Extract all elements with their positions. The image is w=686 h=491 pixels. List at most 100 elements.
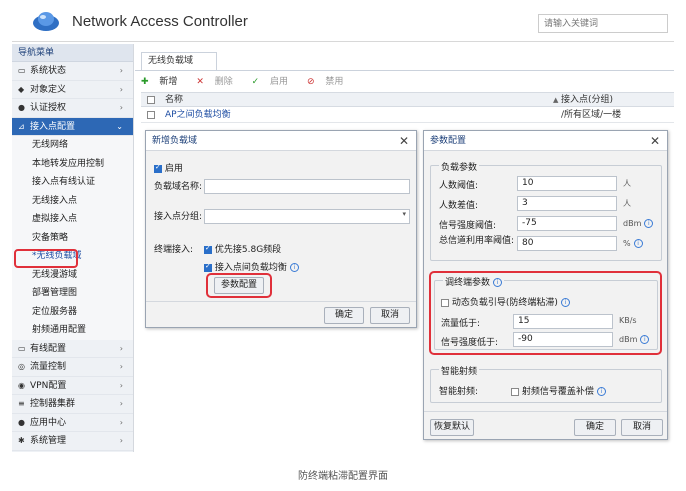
- sidebar-subitem[interactable]: 射频通用配置: [12, 321, 133, 340]
- opt-5g-checkbox[interactable]: [204, 244, 212, 254]
- sidebar-item-system-mgmt[interactable]: ✱ 系统管理 ›: [12, 432, 133, 451]
- chevron-right-icon: ›: [119, 436, 123, 445]
- cancel-button[interactable]: 取消: [370, 307, 410, 324]
- opt-balance-checkbox[interactable]: [204, 262, 212, 272]
- flow-icon: ◎: [18, 362, 25, 371]
- sidebar-item-vpn[interactable]: ◉ VPN配置 ›: [12, 377, 133, 395]
- group-label: 接入点分组:: [154, 212, 203, 222]
- people-threshold-label: 人数阈值:: [439, 181, 479, 191]
- rf-option-checkbox[interactable]: [511, 387, 519, 396]
- params-config-dialog: 参数配置 ✕ 负载参数 人数阈值: 10 人 人数差值: 3 人 信号强度阈值: …: [423, 130, 668, 440]
- row-checkbox[interactable]: [147, 111, 155, 119]
- chevron-right-icon: ›: [119, 84, 123, 94]
- sidebar-subitem[interactable]: 本地转发应用控制: [12, 154, 133, 173]
- restore-default-button[interactable]: 恢复默认: [430, 419, 474, 436]
- group-select[interactable]: ▾: [204, 209, 410, 224]
- chevron-right-icon: ›: [119, 103, 123, 112]
- signal-low-label: 信号强度低于:: [441, 338, 499, 348]
- chevron-right-icon: ›: [119, 362, 123, 371]
- sidebar-subitem[interactable]: 虚拟接入点: [12, 210, 133, 229]
- sidebar-item-app-center[interactable]: ● 应用中心 ›: [12, 414, 133, 432]
- cluster-icon: ≡: [18, 399, 25, 408]
- sidebar-item-label: 认证授权: [30, 103, 67, 113]
- sidebar-item-label: 应用中心: [30, 417, 67, 428]
- info-icon[interactable]: i: [560, 298, 570, 307]
- unit-text: dBm: [619, 335, 638, 344]
- search-input[interactable]: [538, 14, 668, 33]
- info-icon[interactable]: i: [644, 219, 654, 228]
- highlight-box: [206, 273, 272, 298]
- cancel-button[interactable]: 取消: [621, 419, 663, 436]
- info-icon[interactable]: i: [633, 239, 643, 248]
- column-ap[interactable]: 接入点(分组): [561, 93, 613, 107]
- sidebar-item-label: 对象定义: [30, 84, 67, 95]
- row-ap: /所有区域/一楼: [561, 110, 622, 120]
- sidebar-item-auth[interactable]: ● 认证授权 ›: [12, 99, 133, 118]
- dynamic-guide-row[interactable]: 动态负载引导(防终端粘滞) i: [441, 295, 570, 308]
- sidebar-item-flow[interactable]: ◎ 流量控制 ›: [12, 358, 133, 377]
- column-name[interactable]: 名称: [165, 93, 183, 107]
- sidebar-title: 导航菜单: [12, 44, 133, 62]
- logo-icon: [33, 12, 59, 31]
- sidebar-item-system-status[interactable]: ▭ 系统状态 ›: [12, 62, 133, 81]
- people-threshold-input[interactable]: 10: [517, 176, 617, 191]
- app-header: Network Access Controller: [12, 4, 674, 42]
- chevron-right-icon: ›: [119, 399, 123, 408]
- sidebar-item-label: 系统管理: [30, 436, 67, 446]
- signal-low-input[interactable]: -90: [513, 332, 613, 347]
- disable-button[interactable]: ⊘ 禁用: [307, 77, 351, 87]
- tab-load-domain[interactable]: 无线负载域: [141, 52, 217, 70]
- highlight-box: [14, 249, 78, 268]
- info-icon[interactable]: i: [640, 335, 650, 344]
- dialog-title-text: 新增负载域: [152, 136, 198, 146]
- table-header: 名称 ▲ 接入点(分组): [141, 92, 674, 107]
- traffic-input[interactable]: 15: [513, 314, 613, 329]
- dynamic-guide-checkbox[interactable]: [441, 298, 449, 307]
- delete-button[interactable]: ✕ 删除: [196, 77, 240, 87]
- channel-util-input[interactable]: 80: [517, 236, 617, 251]
- dynamic-guide-text: 动态负载引导(防终端粘滞): [451, 298, 558, 308]
- sidebar-item-label: 有线配置: [30, 343, 67, 354]
- signal-threshold-input[interactable]: -75: [517, 216, 617, 231]
- dialog-title-text: 参数配置: [430, 136, 467, 146]
- user-icon: ●: [18, 103, 25, 112]
- info-icon[interactable]: i: [289, 263, 299, 272]
- sidebar-subitem[interactable]: 部署管理图: [12, 284, 133, 303]
- select-all-checkbox[interactable]: [147, 96, 155, 104]
- sidebar-subitem[interactable]: 接入点有线认证: [12, 173, 133, 192]
- enable-button[interactable]: ✓ 启用: [252, 77, 296, 87]
- vpn-icon: ◉: [18, 380, 25, 390]
- sidebar-subitem[interactable]: 定位服务器: [12, 302, 133, 321]
- close-icon[interactable]: ✕: [399, 131, 409, 151]
- divider: [146, 301, 416, 302]
- sidebar-item-wired[interactable]: ▭ 有线配置 ›: [12, 340, 133, 358]
- wifi-icon: ⊿: [18, 121, 25, 131]
- ok-button[interactable]: 确定: [324, 307, 364, 324]
- ok-button[interactable]: 确定: [574, 419, 616, 436]
- sidebar-subitem[interactable]: 无线网络: [12, 136, 133, 155]
- opt-balance-row[interactable]: 接入点间负载均衡i: [204, 260, 299, 273]
- opt-5g-row[interactable]: 优先接5.8G频段: [204, 242, 281, 255]
- opt-5g-text: 优先接5.8G频段: [214, 245, 282, 255]
- table-row[interactable]: AP之间负载均衡 /所有区域/一楼: [141, 108, 674, 123]
- sidebar-subitem[interactable]: 灾备策略: [12, 228, 133, 247]
- enable-checkbox-row[interactable]: 启用: [154, 161, 183, 174]
- unit-text: dBm: [623, 219, 642, 228]
- info-icon[interactable]: i: [596, 387, 606, 396]
- sidebar-item-cluster[interactable]: ≡ 控制器集群 ›: [12, 395, 133, 414]
- sidebar-subitem[interactable]: 无线接入点: [12, 191, 133, 210]
- rf-option-row[interactable]: 射频信号覆盖补偿 i: [511, 384, 606, 397]
- load-params-group: 负载参数 人数阈值: 10 人 人数差值: 3 人 信号强度阈值: -75 dB…: [430, 160, 662, 261]
- close-icon[interactable]: ✕: [650, 131, 660, 151]
- sidebar-item-ap-config[interactable]: ⊿ 接入点配置 ⌄: [12, 117, 133, 136]
- signal-threshold-label: 信号强度阈值:: [439, 221, 497, 231]
- sidebar-subitem[interactable]: 无线漫游域: [12, 265, 133, 284]
- people-diff-input[interactable]: 3: [517, 196, 617, 211]
- info-icon[interactable]: i: [493, 278, 503, 287]
- sidebar-item-object-def[interactable]: ◆ 对象定义 ›: [12, 81, 133, 99]
- domain-name-input[interactable]: [204, 179, 410, 194]
- enable-checkbox[interactable]: [154, 163, 162, 173]
- row-name[interactable]: AP之间负载均衡: [165, 108, 231, 122]
- sort-icon[interactable]: ▲: [553, 93, 558, 107]
- add-button[interactable]: ✚ 新增: [141, 77, 185, 87]
